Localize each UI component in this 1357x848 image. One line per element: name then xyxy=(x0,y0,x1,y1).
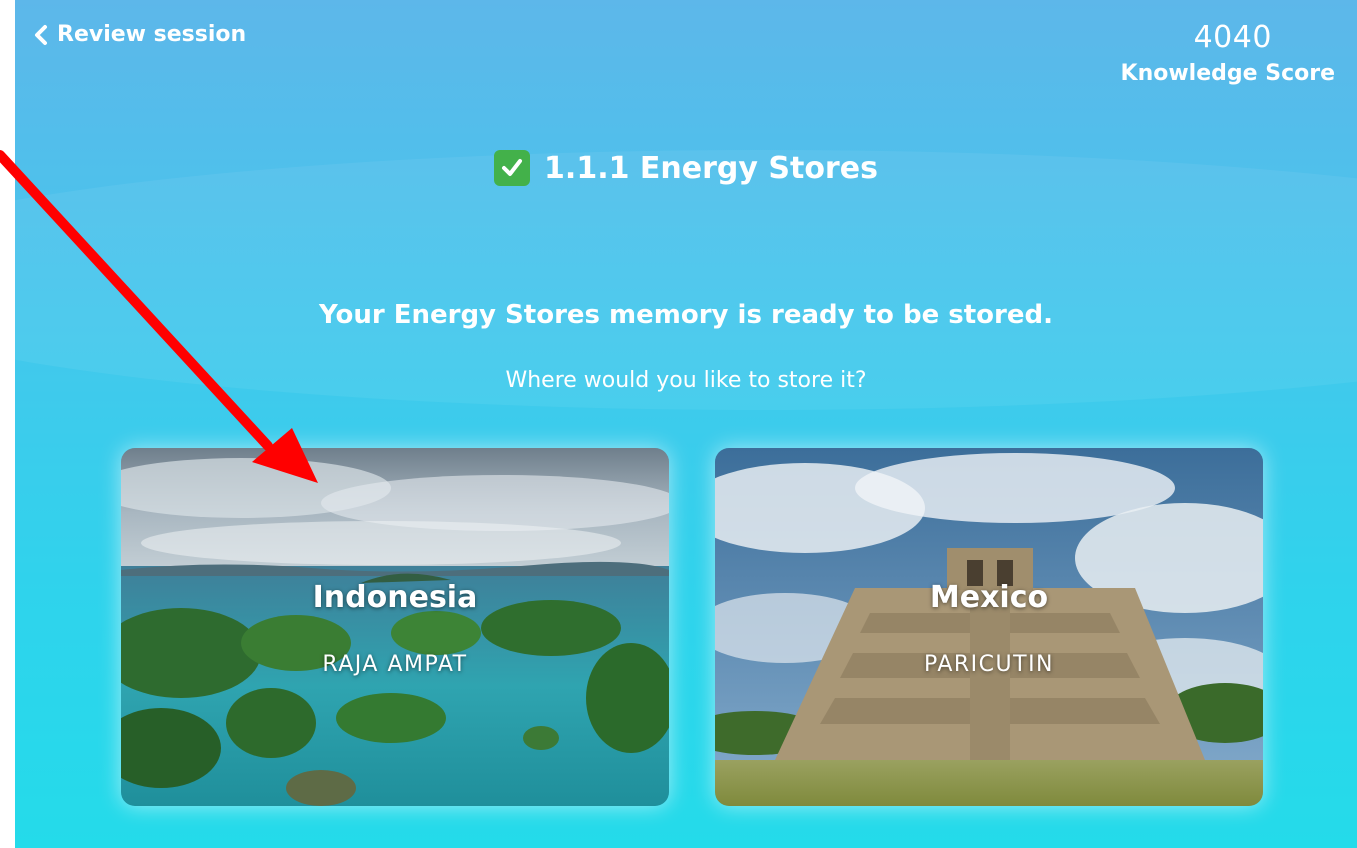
memory-storage-screen: Review session 4040 Knowledge Score 1.1.… xyxy=(15,0,1357,848)
check-mark-button-icon xyxy=(494,150,531,186)
destination-card-mexico[interactable]: Mexico PARICUTIN xyxy=(715,448,1263,806)
topic-title: 1.1.1 Energy Stores xyxy=(544,150,878,186)
card-country-label: Mexico xyxy=(929,580,1049,615)
topic-heading: 1.1.1 Energy Stores xyxy=(15,150,1357,186)
ready-message: Your Energy Stores memory is ready to be… xyxy=(319,300,1053,330)
tropical-islands-image xyxy=(121,448,669,806)
review-session-back-link[interactable]: Review session xyxy=(33,22,246,47)
back-link-label: Review session xyxy=(57,22,247,47)
chevron-left-icon xyxy=(35,24,47,45)
card-country-label: Indonesia xyxy=(312,580,478,615)
step-pyramid-image xyxy=(715,448,1263,806)
card-place-label: RAJA AMPAT xyxy=(322,652,468,677)
card-place-label: PARICUTIN xyxy=(923,652,1055,677)
destination-card-indonesia[interactable]: Indonesia RAJA AMPAT xyxy=(121,448,669,806)
store-question: Where would you like to store it? xyxy=(505,368,867,393)
score-value: 4040 xyxy=(1193,20,1272,55)
score-label: Knowledge Score xyxy=(1120,61,1335,86)
knowledge-score: 4040 Knowledge Score xyxy=(1121,20,1335,86)
